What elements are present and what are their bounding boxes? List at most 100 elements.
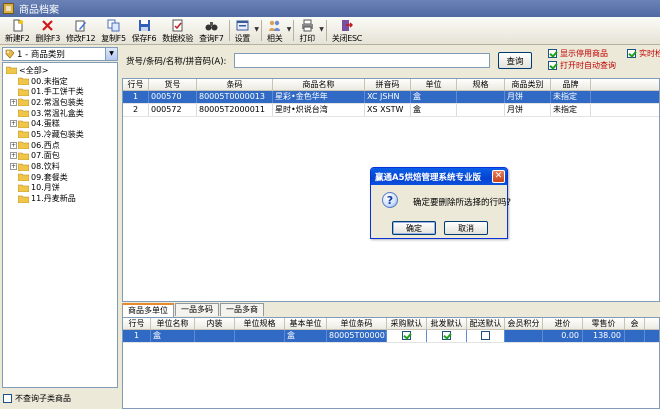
cell-code: 000570 — [149, 91, 197, 103]
tab-multi-unit[interactable]: 商品多单位 — [122, 303, 174, 317]
tab-multi-barcode[interactable]: 一品多码 — [175, 303, 219, 316]
column-header[interactable]: 单位 — [411, 79, 457, 90]
column-header[interactable]: 行号 — [123, 79, 149, 90]
column-header[interactable]: 商品名称 — [273, 79, 365, 90]
delete-button[interactable]: 删除F3 — [33, 17, 64, 44]
tree-node-label: 03.常温礼盒类 — [31, 108, 84, 118]
column-header[interactable]: 配送默认 — [467, 318, 505, 329]
print-button[interactable]: 打印 ▼ — [296, 17, 324, 44]
tree-node-label: <全部> — [19, 65, 49, 75]
chevron-down-icon: ▼ — [286, 26, 292, 33]
buy-default-checkbox[interactable] — [402, 331, 411, 340]
auto-query-checkbox[interactable] — [548, 61, 557, 70]
delivery-default-checkbox[interactable] — [481, 331, 490, 340]
column-header[interactable]: 基本单位 — [285, 318, 327, 329]
save-button[interactable]: 保存F6 — [129, 17, 160, 44]
tree-node[interactable]: <全部> — [3, 65, 117, 76]
tree-node[interactable]: +08.饮料 — [3, 161, 117, 172]
no-sub-category-option[interactable]: 不查询子类商品 — [3, 393, 71, 404]
close-button[interactable]: 关闭ESC — [329, 17, 365, 44]
expand-icon[interactable]: + — [10, 120, 17, 128]
tree-node-label: 10.月饼 — [31, 183, 60, 193]
column-header[interactable]: 拼音码 — [365, 79, 411, 90]
tree-node[interactable]: +07.面包 — [3, 151, 117, 162]
cancel-button[interactable]: 取消 — [444, 221, 488, 235]
column-header[interactable]: 会 — [625, 318, 645, 329]
tree-node[interactable]: 05.冷藏包装类 — [3, 129, 117, 140]
column-header[interactable]: 条码 — [197, 79, 273, 90]
cell-wholesale — [427, 330, 467, 342]
edit-button[interactable]: 修改F12 — [63, 17, 98, 44]
expand-icon[interactable]: + — [10, 98, 17, 106]
query-button-inline[interactable]: 查询 — [498, 52, 532, 69]
cell-pinyin: XS XSTW — [365, 104, 411, 116]
category-type-select[interactable]: 1 - 商品类别 ▼ — [2, 47, 118, 61]
realtime-search-option[interactable]: 实时检索 — [627, 48, 660, 59]
column-header[interactable]: 会员积分 — [505, 318, 543, 329]
no-sub-category-checkbox[interactable] — [3, 394, 12, 403]
column-header[interactable]: 规格 — [457, 79, 505, 90]
tree-node[interactable]: +04.蛋糕 — [3, 118, 117, 129]
expand-icon[interactable]: + — [10, 163, 17, 171]
table-row[interactable]: 1 000570 80005T0000013 星彩•金色华年 XC JSHN 盒 月饼 未指定 — [123, 91, 659, 104]
cell-spec — [235, 330, 285, 342]
chevron-down-icon[interactable]: ▼ — [105, 48, 117, 60]
copy-button[interactable]: 复制F5 — [98, 17, 129, 44]
new-button[interactable]: 新建F2 — [2, 17, 33, 44]
toolbar: 新建F2 删除F3 修改F12 复制F5 保存F6 数据校验 查询F7 设置 ▼… — [0, 17, 660, 45]
wholesale-default-checkbox[interactable] — [442, 331, 451, 340]
cell-spec — [457, 91, 505, 103]
cell-brand: 未指定 — [551, 104, 591, 116]
cell-barcode: 80005T2000011 — [197, 104, 273, 116]
close-icon[interactable]: ✕ — [492, 170, 505, 183]
search-input[interactable] — [234, 53, 490, 68]
settings-button[interactable]: 设置 ▼ — [232, 17, 259, 44]
column-header[interactable]: 单位规格 — [235, 318, 285, 329]
data-check-button[interactable]: 数据校验 — [159, 17, 196, 44]
tree-node[interactable]: 11.丹麦新品 — [3, 193, 117, 204]
column-header[interactable]: 行号 — [123, 318, 151, 329]
cell-seq: 2 — [123, 104, 149, 116]
tree-node-label: 02.常温包装类 — [31, 97, 84, 107]
new-doc-icon — [13, 19, 23, 32]
exit-icon — [342, 20, 354, 31]
table-row[interactable]: 1盒盒80005T00000130.00138.00 — [123, 330, 659, 343]
column-header[interactable]: 零售价 — [583, 318, 625, 329]
tree-node[interactable]: 09.套餐类 — [3, 172, 117, 183]
folder-icon — [18, 152, 29, 160]
tab-multi-supplier[interactable]: 一品多商 — [220, 303, 264, 316]
tree-node[interactable]: 01.手工饼干类 — [3, 86, 117, 97]
folder-icon — [18, 99, 29, 107]
grid-header: 行号 货号 条码 商品名称 拼音码 单位 规格 商品类别 品牌 — [123, 79, 659, 91]
ok-button[interactable]: 确定 — [392, 221, 436, 235]
column-header[interactable]: 进价 — [543, 318, 583, 329]
tree-node[interactable]: +06.西点 — [3, 140, 117, 151]
column-header[interactable]: 采购默认 — [387, 318, 427, 329]
realtime-search-checkbox[interactable] — [627, 49, 636, 58]
tree-node[interactable]: +02.常温包装类 — [3, 97, 117, 108]
tree-node-label: 09.套餐类 — [31, 172, 68, 182]
tree-node[interactable]: 10.月饼 — [3, 183, 117, 194]
tree-node[interactable]: 03.常温礼盒类 — [3, 108, 117, 119]
column-header[interactable]: 单位条码 — [327, 318, 387, 329]
column-header[interactable]: 批发默认 — [427, 318, 467, 329]
cell-unit: 盒 — [411, 91, 457, 103]
tree-node[interactable]: 00.未指定 — [3, 76, 117, 87]
column-header[interactable]: 内装 — [195, 318, 235, 329]
binoculars-icon — [205, 22, 218, 31]
column-header[interactable]: 品牌 — [551, 79, 591, 90]
column-header[interactable]: 商品类别 — [505, 79, 551, 90]
tree-node-label: 05.冷藏包装类 — [31, 129, 84, 139]
expand-icon[interactable]: + — [10, 152, 17, 160]
query-button[interactable]: 查询F7 — [196, 17, 227, 44]
expand-icon[interactable]: + — [10, 141, 17, 149]
table-row[interactable]: 2 000572 80005T2000011 星时•炽说台湾 XS XSTW 盒 月饼 未指定 — [123, 104, 659, 117]
show-disabled-option[interactable]: 显示停用商品 — [548, 48, 608, 59]
cell-category: 月饼 — [505, 104, 551, 116]
related-button[interactable]: 相关 ▼ — [264, 17, 291, 44]
show-disabled-checkbox[interactable] — [548, 49, 557, 58]
column-header[interactable]: 货号 — [149, 79, 197, 90]
auto-query-option[interactable]: 打开时自动查询 — [548, 60, 616, 71]
column-header[interactable]: 单位名称 — [151, 318, 195, 329]
confirm-dialog: 赢通A5烘焙管理系统专业版 ✕ ? 确定要删除所选择的行吗? 确定 取消 — [370, 167, 511, 239]
